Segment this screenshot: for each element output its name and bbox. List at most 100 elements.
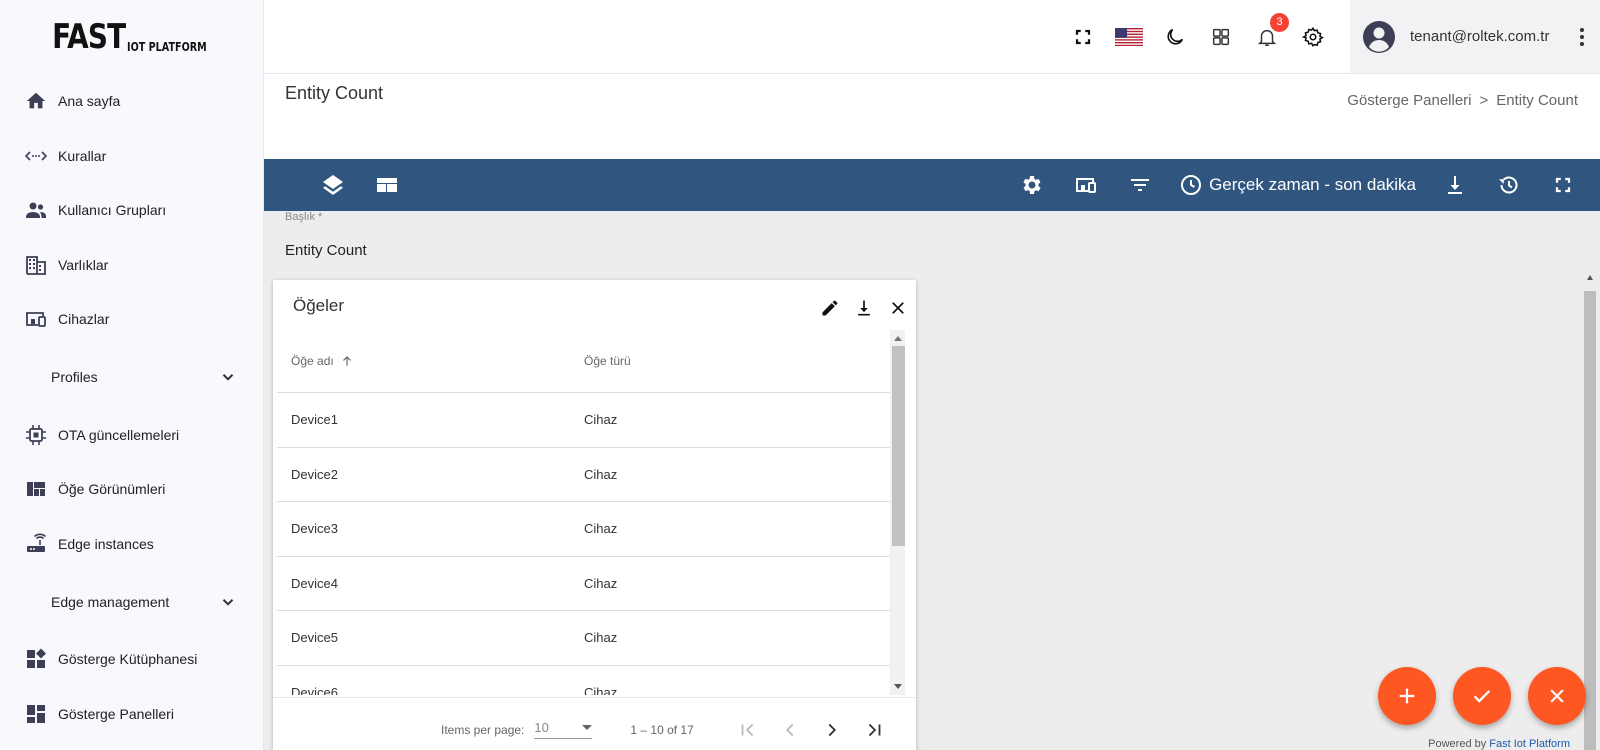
- timewindow-button[interactable]: Gerçek zaman - son dakika: [1179, 173, 1416, 197]
- download-icon: [1448, 176, 1462, 194]
- view-quilt-icon: [24, 477, 48, 501]
- chevron-down-icon: [219, 368, 237, 386]
- dropdown-caret-icon: [582, 725, 593, 730]
- breadcrumb: Gösterge Panelleri > Entity Count: [1347, 92, 1578, 109]
- sidebar-item-edge-instances[interactable]: Edge instances: [0, 517, 263, 572]
- user-menu[interactable]: tenant@roltek.com.tr: [1350, 0, 1600, 73]
- gear-icon: [1302, 26, 1324, 47]
- devices-icon: [1076, 178, 1097, 193]
- paginator: Items per page: 10 1 – 10 of 17: [273, 697, 916, 750]
- logo[interactable]: FAST IOT PLATFORM: [0, 0, 263, 74]
- sidebar-item-home[interactable]: Ana sayfa: [0, 74, 263, 129]
- entities-table: Öğe adı Öğe türü Device1 Cihaz Device2 C…: [277, 330, 890, 695]
- history-icon: [1499, 176, 1518, 194]
- dark-mode-button[interactable]: [1161, 23, 1189, 51]
- sidebar-item-rules[interactable]: Kurallar: [0, 129, 263, 184]
- user-email: tenant@roltek.com.tr: [1410, 28, 1550, 45]
- column-header-entity-name[interactable]: Öğe adı: [277, 354, 584, 368]
- manage-layers-button[interactable]: [318, 170, 348, 200]
- powered-by-link[interactable]: Fast Iot Platform: [1489, 738, 1570, 750]
- sidebar-group-edge-management[interactable]: Edge management: [0, 571, 263, 632]
- timewindow-label: Gerçek zaman - son dakika: [1209, 175, 1416, 194]
- column-header-entity-type[interactable]: Öğe türü: [584, 354, 890, 368]
- notification-badge: 3: [1270, 12, 1289, 32]
- scroll-up-arrow-icon[interactable]: [1587, 275, 1593, 280]
- first-page-icon: [741, 723, 754, 736]
- cell-entity-type: Cihaz: [584, 630, 618, 646]
- entity-aliases-button[interactable]: [1071, 170, 1101, 200]
- next-page-button[interactable]: [820, 718, 844, 742]
- settings-button[interactable]: [1299, 23, 1327, 51]
- filter-icon: [1131, 179, 1150, 191]
- export-button[interactable]: [1440, 170, 1470, 200]
- breadcrumb-separator: >: [1479, 92, 1489, 109]
- avatar: [1363, 20, 1395, 53]
- scrollbar-thumb[interactable]: [892, 346, 905, 546]
- version-history-button[interactable]: [1494, 170, 1524, 200]
- sidebar-item-label: Cihazlar: [58, 311, 110, 328]
- sidebar-item-user-groups[interactable]: Kullanıcı Grupları: [0, 183, 263, 238]
- table-row[interactable]: Device4 Cihaz: [277, 557, 890, 611]
- sidebar-item-assets[interactable]: Varlıklar: [0, 238, 263, 293]
- arrow-up-icon: [342, 356, 351, 366]
- cell-entity-name: Device5: [291, 630, 338, 646]
- dashboard-settings-button[interactable]: [1017, 170, 1047, 200]
- page-title: Entity Count: [285, 83, 384, 103]
- widgets-icon: [24, 647, 48, 671]
- sidebar-item-widget-library[interactable]: Gösterge Kütüphanesi: [0, 632, 263, 687]
- page-size-select[interactable]: 10: [534, 720, 593, 739]
- scrollbar-thumb[interactable]: [1584, 291, 1596, 750]
- apps-grid-icon: [1212, 28, 1230, 45]
- clock-icon: [1181, 175, 1202, 195]
- sidebar-item-label: Gösterge Panelleri: [58, 705, 174, 722]
- sidebar-item-dashboards[interactable]: Gösterge Panelleri: [0, 687, 263, 742]
- web-layout-icon: [377, 178, 397, 192]
- add-widget-fab[interactable]: [1378, 667, 1436, 725]
- table-row[interactable]: Device2 Cihaz: [277, 448, 890, 502]
- sidebar-item-label: Kullanıcı Grupları: [58, 202, 167, 219]
- entities-table-widget[interactable]: Öğeler Öğe adı Öğe türü Device1 Cihaz De…: [273, 280, 916, 750]
- close-icon: [892, 302, 904, 314]
- chevron-right-icon: [828, 723, 836, 736]
- sidebar-item-label: Ana sayfa: [58, 93, 121, 110]
- title-field-input[interactable]: Entity Count: [285, 242, 367, 259]
- table-scrollbar[interactable]: [890, 330, 905, 695]
- logo-subtitle: IOT PLATFORM: [127, 40, 208, 54]
- export-widget-button[interactable]: [852, 296, 876, 320]
- notifications-button[interactable]: 3: [1253, 12, 1289, 51]
- last-page-button[interactable]: [862, 718, 886, 742]
- save-dashboard-fab[interactable]: [1453, 667, 1511, 725]
- table-row[interactable]: Device6 Cihaz: [277, 666, 890, 695]
- scroll-up-arrow-icon[interactable]: [894, 336, 902, 341]
- dashboard-fullscreen-button[interactable]: [1548, 170, 1578, 200]
- sidebar-item-entity-views[interactable]: Öğe Görünümleri: [0, 462, 263, 517]
- language-button[interactable]: [1115, 23, 1143, 51]
- first-page-button[interactable]: [736, 718, 760, 742]
- sidebar-group-label: Edge management: [51, 593, 170, 610]
- table-row[interactable]: Device1 Cihaz: [277, 393, 890, 448]
- cell-entity-type: Cihaz: [584, 466, 618, 482]
- edit-widget-button[interactable]: [818, 296, 842, 320]
- moon-icon: [1167, 28, 1184, 45]
- fullscreen-icon: [1555, 177, 1571, 193]
- manage-layouts-button[interactable]: [372, 170, 402, 200]
- previous-page-button[interactable]: [778, 718, 802, 742]
- table-row[interactable]: Device3 Cihaz: [277, 502, 890, 557]
- sidebar-group-profiles[interactable]: Profiles: [0, 347, 263, 408]
- cancel-edit-fab[interactable]: [1528, 667, 1586, 725]
- dashboard-icon: [24, 702, 48, 726]
- table-row[interactable]: Device5 Cihaz: [277, 611, 890, 666]
- remove-widget-button[interactable]: [886, 296, 910, 320]
- sidebar-item-ota-updates[interactable]: OTA güncellemeleri: [0, 408, 263, 463]
- close-icon: [1550, 689, 1564, 703]
- chevron-down-icon: [219, 593, 237, 611]
- sidebar-item-devices[interactable]: Cihazlar: [0, 292, 263, 347]
- fullscreen-button[interactable]: [1069, 23, 1097, 51]
- filters-button[interactable]: [1125, 170, 1155, 200]
- breadcrumb-dashboards-link[interactable]: Gösterge Panelleri: [1347, 92, 1471, 109]
- more-vert-icon[interactable]: [1572, 27, 1592, 47]
- apps-button[interactable]: [1207, 23, 1235, 51]
- cell-entity-name: Device6: [291, 684, 338, 695]
- workspace-scrollbar[interactable]: [1584, 269, 1596, 750]
- scroll-down-arrow-icon[interactable]: [894, 684, 902, 689]
